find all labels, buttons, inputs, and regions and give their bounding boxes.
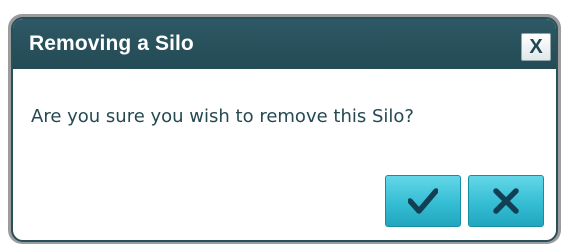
close-icon: X xyxy=(529,36,543,58)
close-button[interactable]: X xyxy=(521,33,551,61)
dialog-title: Removing a Silo xyxy=(29,32,194,55)
x-icon xyxy=(493,188,519,214)
screen: Removing a Silo X Are you sure you wish … xyxy=(0,0,561,244)
cancel-button[interactable] xyxy=(468,175,544,227)
dialog-message: Are you sure you wish to remove this Sil… xyxy=(31,106,414,127)
dialog-titlebar: Removing a Silo X xyxy=(13,19,556,69)
checkmark-icon xyxy=(408,188,438,214)
remove-silo-dialog: Removing a Silo X Are you sure you wish … xyxy=(11,17,558,242)
confirm-button[interactable] xyxy=(385,175,461,227)
